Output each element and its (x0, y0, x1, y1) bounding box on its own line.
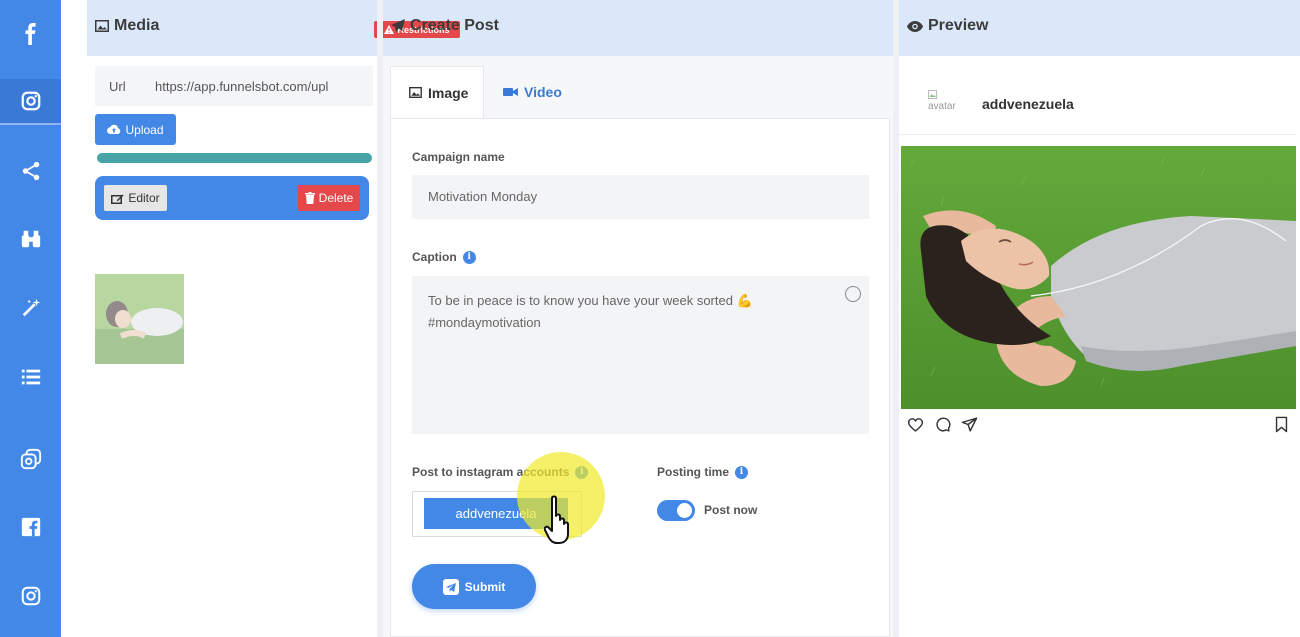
media-item-card: Editor Delete (95, 176, 369, 220)
create-post-title: Create Post (410, 17, 499, 34)
avatar-alt-text: avatar (928, 101, 956, 112)
editor-label: Editor (128, 191, 160, 205)
preview-header: Preview (907, 17, 988, 35)
image-icon (409, 87, 422, 98)
instagram-outline-icon (21, 586, 40, 606)
preview-panel: avatar addvenezuela (899, 56, 1300, 637)
eye-icon (907, 20, 923, 32)
paper-plane-icon (391, 19, 405, 32)
send-icon[interactable] (961, 416, 978, 433)
trash-icon (304, 192, 315, 204)
create-post-panel: Image Video Campaign name Motivation Mon… (383, 56, 893, 637)
bookmark-button[interactable] (1273, 416, 1290, 438)
upload-progress-bar (97, 153, 372, 163)
submit-label: Submit (464, 579, 506, 594)
instagram-icon (21, 91, 40, 111)
post-now-toggle[interactable] (657, 500, 695, 521)
media-panel: Url https://app.funnelsbot.com/upl Uploa… (87, 56, 377, 637)
comment-icon[interactable] (934, 416, 951, 433)
multiple-instagram-icon (20, 448, 41, 470)
bookmark-icon (1275, 416, 1288, 433)
cloud-upload-icon (107, 124, 121, 135)
preview-photo (901, 146, 1296, 409)
telegram-icon (442, 578, 459, 595)
info-icon[interactable]: i (735, 465, 749, 479)
rail-instagram-outline-button[interactable] (0, 573, 61, 619)
preview-actions (907, 416, 978, 433)
editor-button[interactable]: Editor (104, 185, 167, 211)
rail-instagram-button[interactable] (0, 79, 61, 125)
binoculars-icon (21, 230, 40, 248)
caption-label: Caption i (412, 250, 476, 264)
toggle-knob (677, 503, 692, 518)
facebook-f-icon (25, 23, 36, 45)
media-thumbnail[interactable] (95, 274, 184, 364)
rail-binoculars-button[interactable] (0, 216, 61, 262)
preview-post-header: avatar addvenezuela (899, 56, 1297, 135)
url-row: Url https://app.funnelsbot.com/upl (95, 66, 373, 106)
rail-list-button[interactable] (0, 354, 61, 400)
facebook-square-icon (21, 517, 40, 537)
thumbnail-photo (95, 274, 184, 364)
accounts-label-text: Post to instagram accounts (412, 465, 570, 479)
icon-rail (0, 0, 61, 637)
magic-wand-icon (22, 298, 40, 317)
hand-pointer-icon (544, 495, 569, 544)
preview-title: Preview (928, 17, 989, 34)
edit-image-icon (111, 194, 124, 204)
image-icon (95, 20, 109, 32)
emoji-picker-icon[interactable] (845, 286, 861, 302)
heart-icon[interactable] (907, 416, 924, 433)
upload-label: Upload (125, 122, 164, 137)
media-title: Media (114, 17, 160, 34)
tab-video-label: Video (524, 84, 562, 100)
rail-magic-button[interactable] (0, 285, 61, 331)
avatar: avatar (928, 90, 964, 130)
caption-line-2: #mondaymotivation (428, 315, 541, 330)
upload-progress-fill (97, 153, 372, 163)
create-post-header: Create Post (391, 17, 499, 35)
campaign-name-label-text: Campaign name (412, 150, 505, 164)
caption-textarea[interactable]: To be in peace is to know you have your … (412, 276, 869, 434)
posting-time-label-text: Posting time (657, 465, 730, 479)
caption-line-1: To be in peace is to know you have your … (428, 293, 753, 308)
campaign-name-input[interactable]: Motivation Monday (412, 175, 869, 219)
tab-image-label: Image (428, 84, 469, 101)
preview-username: addvenezuela (982, 96, 1074, 112)
preview-image (901, 146, 1296, 409)
list-icon (21, 369, 40, 385)
rail-multi-instagram-button[interactable] (0, 436, 61, 482)
media-header: Media (95, 17, 159, 35)
rail-facebook-button[interactable] (0, 11, 61, 57)
info-icon[interactable]: i (462, 250, 476, 264)
submit-button[interactable]: Submit (412, 564, 536, 609)
caption-label-text: Caption (412, 250, 457, 264)
rail-share-button[interactable] (0, 148, 61, 194)
post-form: Campaign name Motivation Monday Caption … (390, 118, 890, 637)
tab-video[interactable]: Video (503, 66, 562, 118)
tab-image[interactable]: Image (390, 66, 484, 118)
share-icon (22, 161, 39, 181)
url-value[interactable]: https://app.funnelsbot.com/upl (155, 79, 365, 94)
post-now-label: Post now (704, 503, 758, 517)
campaign-name-label: Campaign name (412, 150, 505, 164)
upload-button[interactable]: Upload (95, 114, 176, 145)
top-header: Media Restrictions Create Post Preview (87, 0, 1300, 56)
accounts-label: Post to instagram accounts i (412, 465, 589, 479)
url-label: Url (109, 78, 126, 94)
broken-image-icon (928, 90, 937, 99)
posting-time-label: Posting time i (657, 465, 749, 479)
video-camera-icon (503, 88, 518, 96)
info-icon[interactable]: i (575, 465, 589, 479)
rail-facebook-page-button[interactable] (0, 504, 61, 550)
delete-label: Delete (318, 191, 354, 205)
delete-button[interactable]: Delete (298, 185, 360, 211)
